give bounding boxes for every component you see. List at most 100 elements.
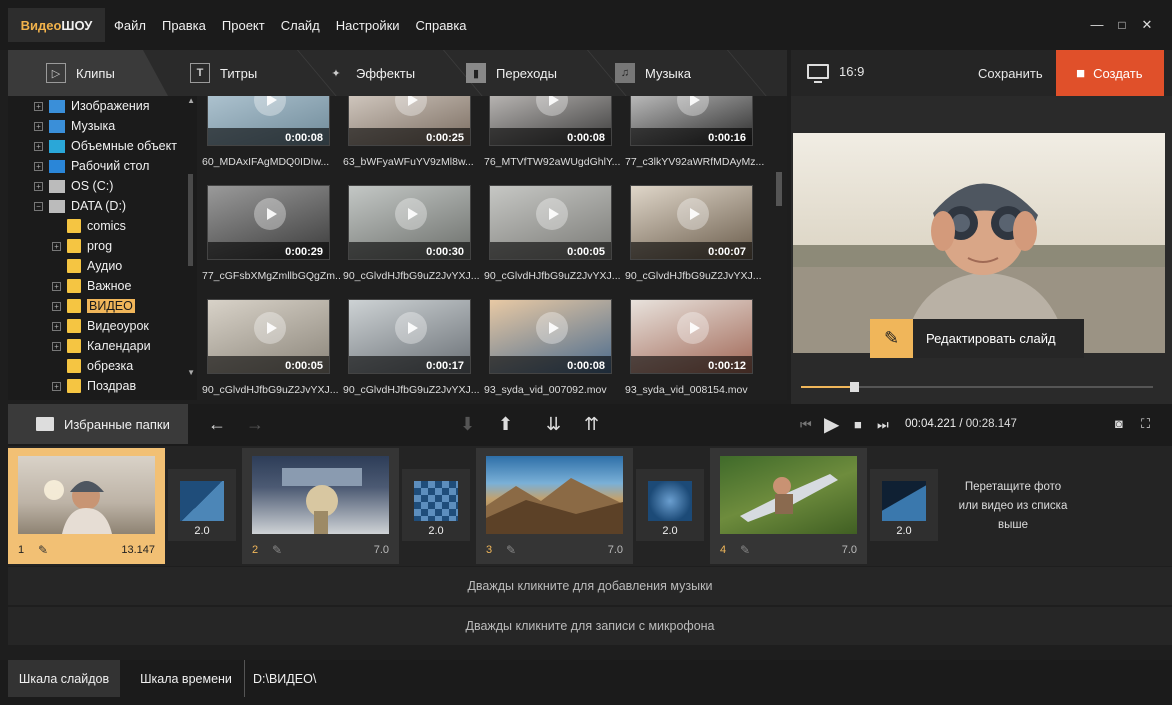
clip-item[interactable]: 0:00:08 93_syda_vid_007092.mov <box>479 299 612 399</box>
expand-toggle-icon[interactable]: − <box>34 201 43 211</box>
clip-item[interactable]: 0:00:12 93_syda_vid_008154.mov <box>620 299 753 399</box>
tab-slide-timeline[interactable]: Шкала слайдов <box>8 660 120 697</box>
menu-project[interactable]: Проект <box>222 18 265 33</box>
transition-item[interactable]: 2.0 <box>636 469 704 541</box>
tree-item[interactable]: + ВИДЕО <box>52 296 135 316</box>
tab-transitions[interactable]: ▮ Переходы <box>466 50 557 96</box>
expand-toggle-icon[interactable]: + <box>52 321 61 331</box>
aspect-ratio-button[interactable]: 16:9 <box>807 64 864 83</box>
expand-toggle-icon[interactable]: + <box>52 381 61 391</box>
monitor-icon <box>807 64 829 83</box>
tree-item[interactable]: + Важное <box>52 276 131 296</box>
clip-item[interactable]: 0:00:16 77_c3lkYV92aWRfMDAyMz... <box>620 96 764 171</box>
pencil-icon[interactable]: ✎ <box>272 543 282 557</box>
clip-item[interactable]: 0:00:08 60_MDAxIFAgMDQ0IDIw... <box>197 96 330 171</box>
tree-item[interactable]: comics <box>52 216 126 236</box>
add-all-down-icon[interactable]: ⇊ <box>546 414 561 435</box>
expand-toggle-icon[interactable]: + <box>52 281 61 291</box>
clip-item[interactable]: 0:00:07 90_cGlvdHJfbG9uZ2JvYXJ... <box>620 185 762 285</box>
pencil-icon[interactable]: ✎ <box>38 543 48 557</box>
move-up-icon[interactable]: ⬆ <box>498 414 513 435</box>
forward-arrow-icon[interactable]: → <box>246 414 264 435</box>
clip-item[interactable]: 0:00:08 76_MTVfTW92aWUgdGhlY... <box>479 96 620 171</box>
maximize-icon[interactable]: □ <box>1115 18 1129 32</box>
menu-slide[interactable]: Слайд <box>281 18 320 33</box>
play-button-icon[interactable]: ▶ <box>824 412 839 437</box>
tree-item[interactable]: + Поздрав <box>52 376 136 396</box>
slide-number: 2 <box>252 544 259 556</box>
tab-time-timeline[interactable]: Шкала времени <box>130 660 242 697</box>
slide-item[interactable]: 2 ✎ 7.0 <box>242 448 399 564</box>
expand-toggle-icon[interactable]: + <box>52 341 61 351</box>
clip-grid-scrollbar[interactable] <box>775 96 787 400</box>
transition-item[interactable]: 2.0 <box>168 469 236 541</box>
pencil-icon[interactable]: ✎ <box>740 543 750 557</box>
tree-item-label: Видеоурок <box>87 319 149 333</box>
clip-item[interactable]: 0:00:25 63_bWFyaWFuYV9zMl8w... <box>338 96 474 171</box>
skip-back-icon[interactable]: ⏮ <box>800 417 812 433</box>
tree-item[interactable]: + Видеоурок <box>52 316 149 336</box>
menu-file[interactable]: Файл <box>114 18 146 33</box>
clip-grid-scrollbar-thumb[interactable] <box>776 172 782 206</box>
back-arrow-icon[interactable]: ← <box>208 414 226 435</box>
tree-item[interactable]: Аудио <box>52 256 122 276</box>
tab-effects[interactable]: ✦ Эффекты <box>326 50 415 96</box>
tree-item[interactable]: + Изображения <box>34 96 150 116</box>
menu-help[interactable]: Справка <box>416 18 467 33</box>
menu-edit[interactable]: Правка <box>162 18 206 33</box>
tab-titles[interactable]: T Титры <box>190 50 257 96</box>
expand-toggle-icon[interactable]: + <box>34 101 43 111</box>
slide-item[interactable]: 1 ✎ 13.147 <box>8 448 165 564</box>
add-all-up-icon[interactable]: ⇈ <box>584 414 599 435</box>
create-button[interactable]: ■ Создать <box>1056 50 1164 96</box>
expand-toggle-icon[interactable]: + <box>34 121 43 131</box>
minimize-icon[interactable]: — <box>1090 18 1104 32</box>
preview-seek-bar[interactable] <box>801 382 1153 392</box>
clip-filename: 90_cGlvdHJfbG9uZ2JvYXJ... <box>343 270 480 282</box>
microphone-track[interactable]: Дважды кликните для записи с микрофона <box>8 607 1172 645</box>
scroll-up-icon[interactable]: ▲ <box>187 96 195 105</box>
edit-slide-button[interactable]: ✎ Редактировать слайд <box>870 319 1084 358</box>
tree-item[interactable]: + OS (C:) <box>34 176 113 196</box>
tab-music-label: Музыка <box>645 65 691 81</box>
seek-handle[interactable] <box>849 382 859 392</box>
tab-music[interactable]: ♫ Музыка <box>615 50 691 96</box>
pencil-icon[interactable]: ✎ <box>506 543 516 557</box>
snapshot-camera-icon[interactable]: ◙ <box>1115 416 1123 431</box>
clip-filename: 93_syda_vid_007092.mov <box>484 384 607 396</box>
expand-toggle-icon[interactable]: + <box>52 301 61 311</box>
expand-toggle-icon[interactable]: + <box>34 161 43 171</box>
scroll-down-icon[interactable]: ▼ <box>187 368 195 377</box>
save-button[interactable]: Сохранить <box>978 66 1043 81</box>
tree-item[interactable]: + prog <box>52 236 112 256</box>
clip-item[interactable]: 0:00:30 90_cGlvdHJfbG9uZ2JvYXJ... <box>338 185 480 285</box>
tree-item[interactable]: + Рабочий стол <box>34 156 149 176</box>
music-track[interactable]: Дважды кликните для добавления музыки <box>8 567 1172 605</box>
tree-item[interactable]: + Объемные объект <box>34 136 177 156</box>
clip-item[interactable]: 0:00:05 90_cGlvdHJfbG9uZ2JvYXJ... <box>197 299 339 399</box>
clip-duration: 0:00:05 <box>285 360 323 372</box>
close-icon[interactable]: ✕ <box>1140 18 1154 32</box>
stop-icon[interactable]: ■ <box>854 417 862 432</box>
tab-clips[interactable]: ▷ Клипы <box>8 50 168 96</box>
tree-item[interactable]: + Музыка <box>34 116 115 136</box>
expand-toggle-icon[interactable]: + <box>52 241 61 251</box>
tree-item[interactable]: − DATA (D:) <box>34 196 126 216</box>
transition-item[interactable]: 2.0 <box>402 469 470 541</box>
slide-item[interactable]: 4 ✎ 7.0 <box>710 448 867 564</box>
menu-settings[interactable]: Настройки <box>336 18 400 33</box>
favorite-folders-button[interactable]: Избранные папки <box>8 404 188 444</box>
clip-item[interactable]: 0:00:29 77_cGFsbXMgZmllbGQgZm... <box>197 185 341 285</box>
clip-item[interactable]: 0:00:05 90_cGlvdHJfbG9uZ2JvYXJ... <box>479 185 621 285</box>
expand-toggle-icon[interactable]: + <box>34 141 43 151</box>
clip-item[interactable]: 0:00:17 90_cGlvdHJfbG9uZ2JvYXJ... <box>338 299 480 399</box>
tree-scrollbar-thumb[interactable] <box>188 174 193 266</box>
tree-item[interactable]: + Календари <box>52 336 151 356</box>
transition-item[interactable]: 2.0 <box>870 469 938 541</box>
move-down-icon[interactable]: ⬇ <box>460 414 475 435</box>
slide-item[interactable]: 3 ✎ 7.0 <box>476 448 633 564</box>
expand-toggle-icon[interactable]: + <box>34 181 43 191</box>
skip-forward-icon[interactable]: ⏭ <box>877 417 889 433</box>
fullscreen-icon[interactable]: ⛶ <box>1141 416 1150 432</box>
tree-item[interactable]: обрезка <box>52 356 133 376</box>
